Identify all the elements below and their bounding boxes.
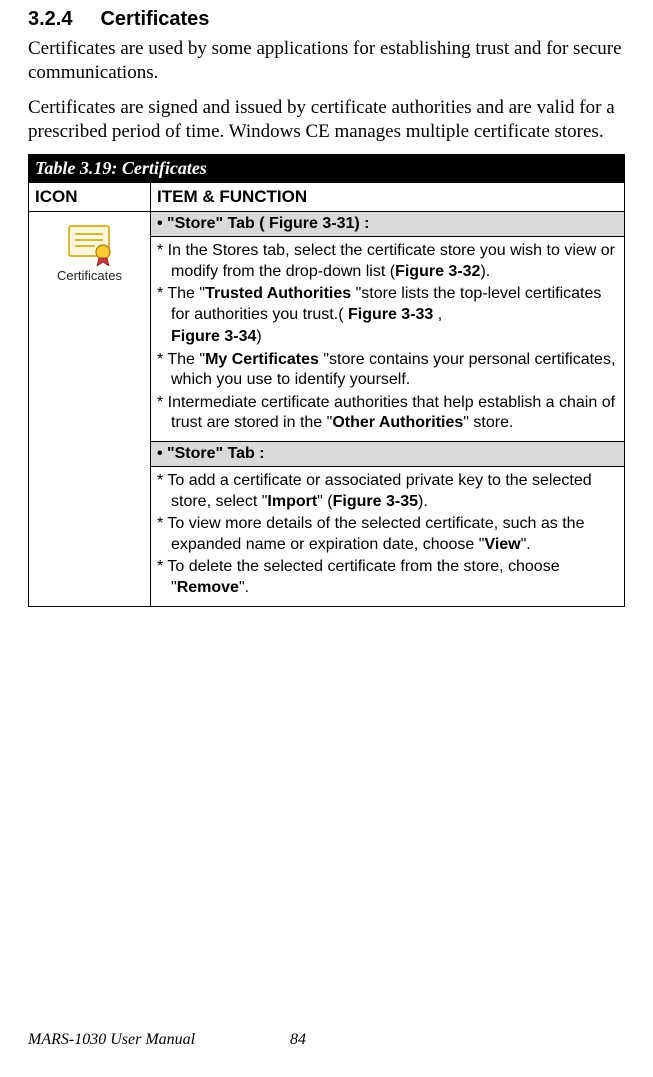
certificate-icon (63, 222, 117, 266)
icon-cell: Certificates (29, 212, 151, 607)
subheader-store-tab-1: • "Store" Tab ( Figure 3-31) : (151, 212, 625, 237)
store-tab-1-body: * In the Stores tab, select the certific… (151, 237, 625, 442)
list-item: * The "My Certificates "store contains y… (157, 350, 618, 391)
column-header-item: ITEM & FUNCTION (151, 183, 625, 212)
table-title: Table 3.19: Certificates (29, 155, 625, 183)
section-heading: 3.2.4 Certificates (28, 8, 625, 31)
page-footer: MARS-1030 User Manual 84 (28, 1031, 195, 1049)
list-item: * To view more details of the selected c… (157, 514, 618, 555)
list-item: Figure 3-34) (157, 327, 618, 347)
icon-label: Certificates (33, 268, 146, 283)
list-item: * The "Trusted Authorities "store lists … (157, 284, 618, 325)
certificates-table: Table 3.19: Certificates ICON ITEM & FUN… (28, 154, 625, 607)
store-tab-2-body: * To add a certificate or associated pri… (151, 467, 625, 607)
list-item: * To delete the selected certificate fro… (157, 557, 618, 598)
subheader-store-tab-2: • "Store" Tab : (151, 442, 625, 467)
section-number: 3.2.4 (28, 8, 72, 30)
list-item: * Intermediate certificate authorities t… (157, 393, 618, 434)
column-header-icon: ICON (29, 183, 151, 212)
intro-paragraph-2: Certificates are signed and issued by ce… (28, 96, 625, 145)
manual-title: MARS-1030 User Manual (28, 1031, 195, 1048)
page-number: 84 (290, 1031, 306, 1049)
section-title: Certificates (100, 8, 209, 30)
list-item: * To add a certificate or associated pri… (157, 471, 618, 512)
list-item: * In the Stores tab, select the certific… (157, 241, 618, 282)
intro-paragraph-1: Certificates are used by some applicatio… (28, 37, 625, 86)
